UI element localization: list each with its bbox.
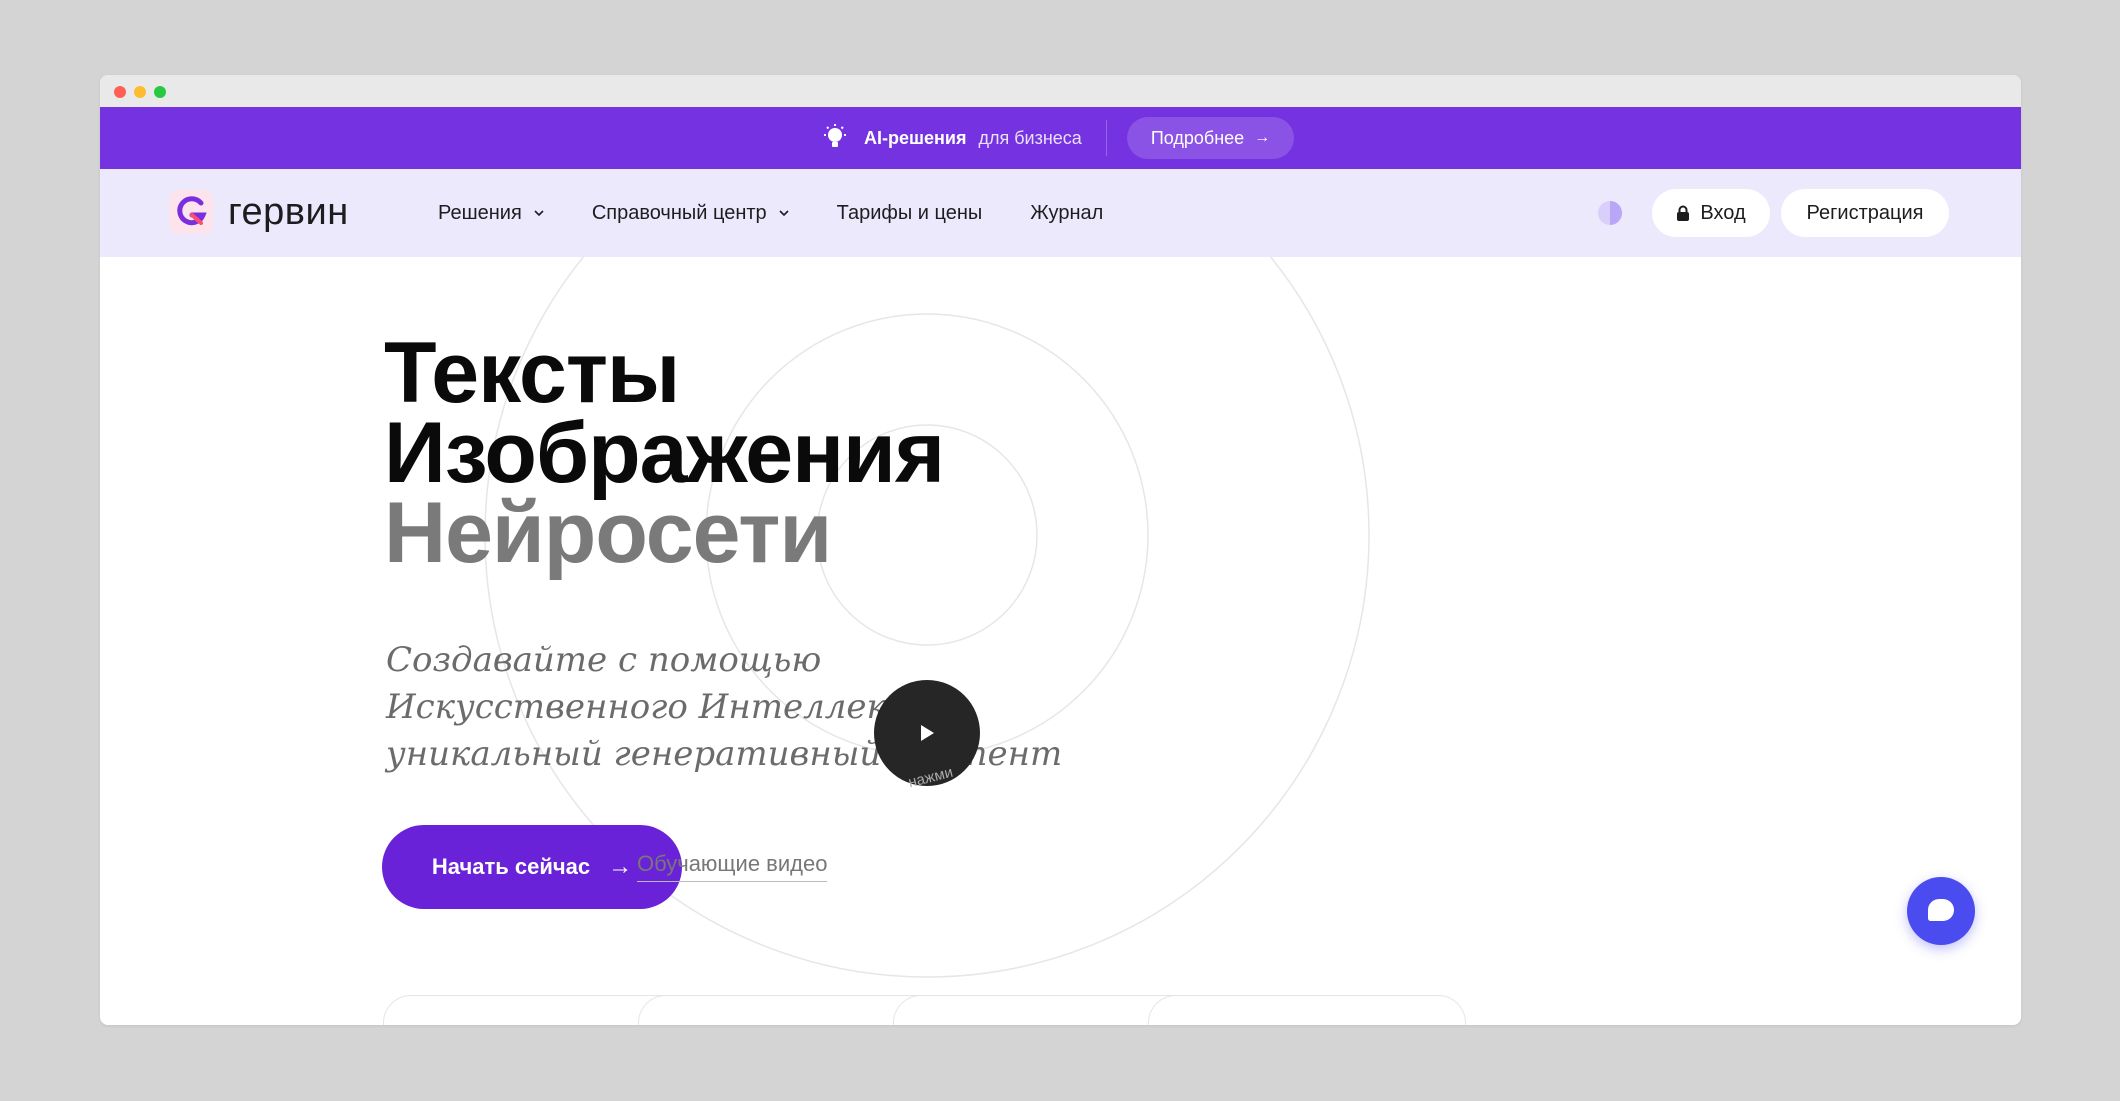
promo-subtitle: для бизнеса (978, 127, 1082, 148)
hero-heading-line-2: Изображения (384, 405, 945, 501)
main-navbar: гервин Решения Справочный центр Тарифы и… (100, 169, 2021, 257)
logo-text: гервин (228, 190, 349, 233)
nav-item-pricing[interactable]: Тарифы и цены (837, 202, 983, 225)
hero-heading-line-3: Нейросети (384, 485, 832, 581)
cta-label: Начать сейчас (431, 854, 591, 879)
promo-divider (1105, 120, 1107, 156)
hero-heading-line-1: Тексты (384, 325, 680, 421)
window-titlebar (100, 75, 2021, 107)
chat-widget-button[interactable] (1907, 877, 1975, 945)
promo-more-button[interactable]: Подробнее → (1126, 117, 1295, 159)
tutorial-videos-link[interactable]: Обучающие видео (637, 851, 828, 882)
login-button[interactable]: Вход (1652, 189, 1770, 237)
nav-item-label: Тарифы и цены (836, 201, 983, 224)
chat-bubble-icon (1928, 899, 1954, 921)
nav-item-label: Решения (438, 201, 522, 224)
nav-item-label: Журнал (1030, 201, 1104, 224)
promo-banner: AI-решения для бизнеса Подробнее → (100, 107, 2021, 169)
register-button[interactable]: Регистрация (1781, 189, 1949, 237)
promo-title: AI-решения (864, 127, 967, 148)
chevron-down-icon (779, 210, 789, 217)
play-icon (921, 725, 934, 741)
nav-item-help-center[interactable]: Справочный центр (592, 202, 789, 225)
arrow-right-icon: → (608, 853, 633, 880)
register-label: Регистрация (1806, 201, 1924, 224)
theme-toggle-icon[interactable] (1598, 201, 1622, 225)
lightbulb-icon (824, 124, 846, 147)
chevron-down-icon (534, 210, 544, 217)
minimize-window-button[interactable] (134, 86, 146, 98)
feature-card[interactable] (1148, 995, 1466, 1025)
browser-window: AI-решения для бизнеса Подробнее → герви… (100, 75, 2021, 1025)
nav-links: Решения Справочный центр Тарифы и цены Ж… (438, 169, 1151, 257)
arrow-right-icon: → (1254, 129, 1271, 146)
promo-button-label: Подробнее (1150, 127, 1245, 148)
logo-mark-icon (169, 190, 213, 234)
nav-item-label: Справочный центр (591, 201, 767, 224)
login-label: Вход (1700, 201, 1746, 224)
logo[interactable]: гервин (168, 189, 349, 235)
maximize-window-button[interactable] (154, 86, 166, 98)
close-window-button[interactable] (114, 86, 126, 98)
lock-icon (1677, 205, 1690, 221)
hero-section: Тексты Изображения Нейросети Создавайте … (100, 257, 2021, 1025)
nav-item-journal[interactable]: Журнал (1030, 202, 1103, 225)
nav-item-solutions[interactable]: Решения (438, 202, 544, 225)
